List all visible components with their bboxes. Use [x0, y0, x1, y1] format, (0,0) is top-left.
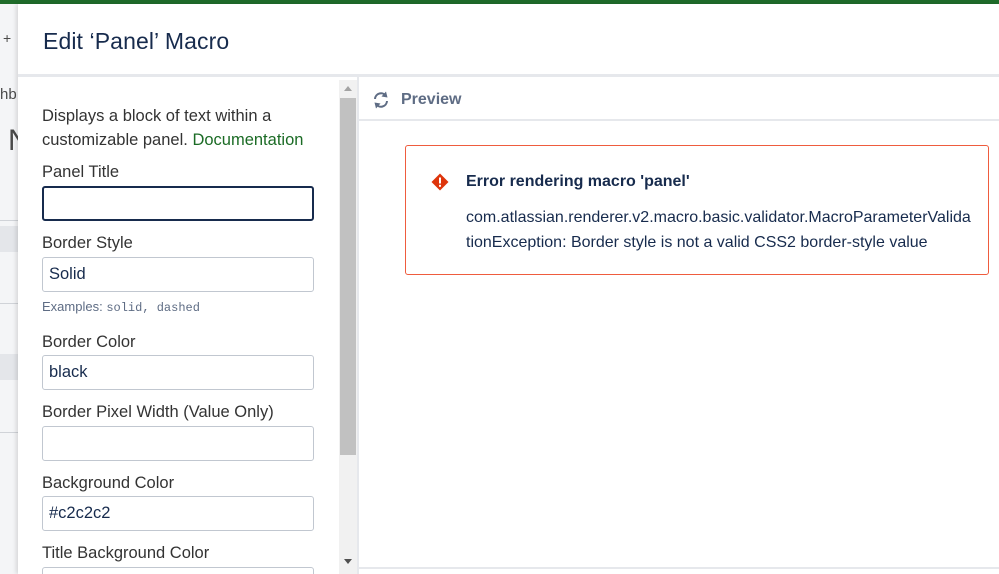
border-style-label: Border Style	[42, 234, 133, 252]
border-style-input[interactable]	[42, 257, 314, 292]
form-scrollbar[interactable]	[339, 80, 357, 574]
border-width-label: Border Pixel Width (Value Only)	[42, 403, 274, 421]
macro-description: Displays a block of text within a custom…	[42, 104, 332, 152]
scroll-down-arrow-icon[interactable]	[344, 559, 352, 564]
background-divider	[0, 303, 18, 304]
border-color-input[interactable]	[42, 355, 314, 390]
error-message-box: Error rendering macro 'panel' com.atlass…	[405, 145, 989, 275]
refresh-icon[interactable]	[371, 90, 391, 110]
background-divider	[0, 220, 18, 221]
scroll-thumb[interactable]	[340, 98, 356, 455]
background-block	[0, 226, 18, 252]
header-divider	[18, 74, 999, 77]
background-color-label: Background Color	[42, 474, 175, 492]
background-color-input[interactable]	[42, 496, 314, 531]
dialog-title: Edit ‘Panel’ Macro	[43, 28, 230, 54]
dialog-header: Edit ‘Panel’ Macro	[18, 4, 999, 76]
panel-title-input[interactable]	[42, 186, 314, 221]
error-message: com.atlassian.renderer.v2.macro.basic.va…	[466, 209, 971, 251]
error-title: Error rendering macro 'panel'	[466, 173, 690, 190]
documentation-link[interactable]: Documentation	[192, 131, 303, 149]
background-divider	[0, 432, 18, 433]
footer-divider	[359, 567, 999, 569]
macro-dialog: Edit ‘Panel’ Macro Displays a block of t…	[18, 4, 999, 574]
border-color-label: Border Color	[42, 333, 136, 351]
panel-divider	[357, 76, 359, 574]
preview-header: Preview	[359, 80, 999, 121]
hint-prefix: Examples:	[42, 299, 107, 314]
title-background-color-label: Title Background Color	[42, 544, 210, 562]
border-width-input[interactable]	[42, 426, 314, 461]
error-icon	[431, 173, 449, 191]
border-style-hint: Examples: solid, dashed	[42, 299, 200, 315]
background-fragment: +	[3, 30, 12, 46]
scroll-up-arrow-icon[interactable]	[344, 86, 352, 91]
background-block	[0, 354, 18, 380]
hint-examples: solid, dashed	[106, 301, 200, 315]
background-fragment: hb	[0, 86, 17, 103]
preview-label: Preview	[401, 91, 462, 108]
panel-title-label: Panel Title	[42, 163, 120, 181]
title-background-color-input[interactable]	[42, 567, 314, 574]
macro-form: Displays a block of text within a custom…	[18, 80, 358, 574]
